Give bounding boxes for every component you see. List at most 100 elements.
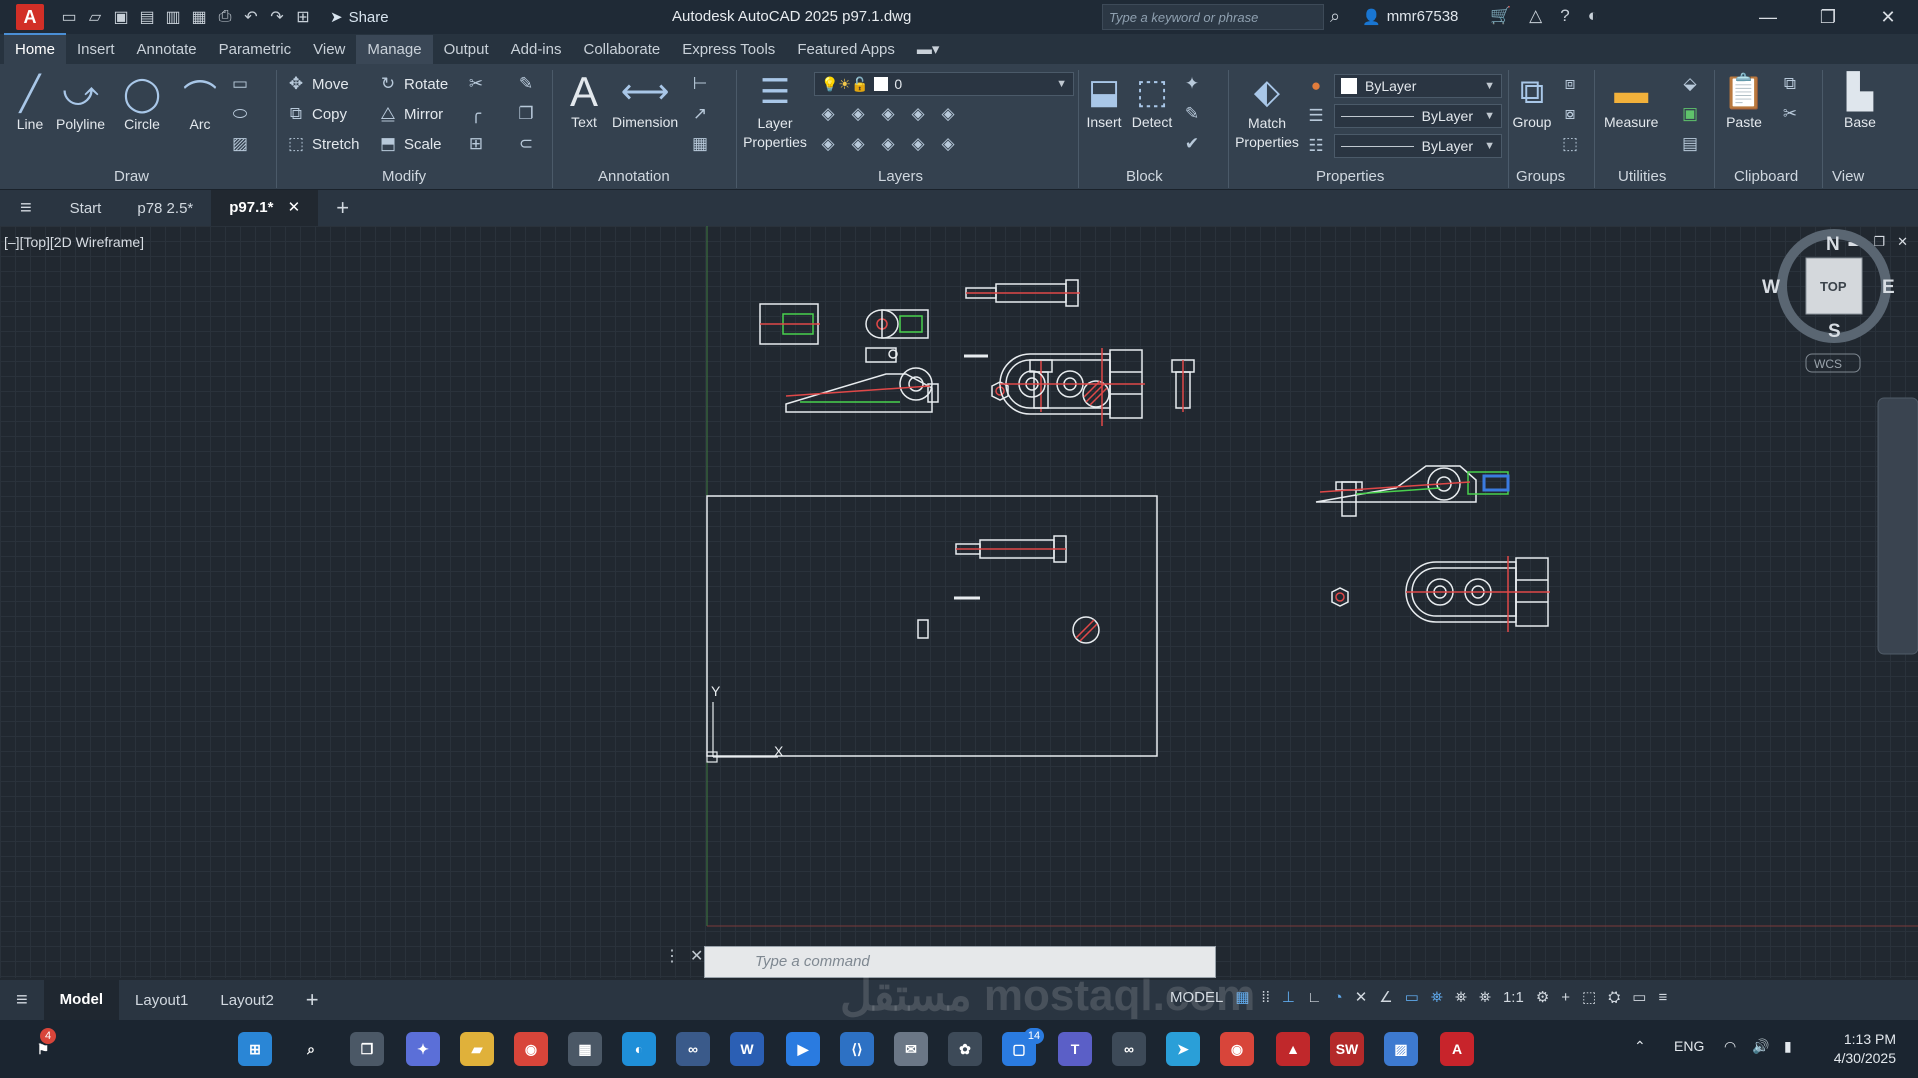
connect-icon[interactable]: ◐	[1588, 6, 1598, 26]
user-menu[interactable]: 👤 mmr67538	[1362, 8, 1458, 26]
annotation-panel-title[interactable]: Annotation	[598, 168, 670, 185]
measure-button[interactable]: ▬ Measure	[1604, 70, 1658, 131]
tab-parametric[interactable]: Parametric	[208, 35, 303, 64]
mirror-button[interactable]: ⧋ Mirror	[378, 104, 443, 124]
tab-insert[interactable]: Insert	[66, 35, 126, 64]
close-icon[interactable]: ✕	[1858, 0, 1918, 34]
customize-menu-icon[interactable]: ≡	[1658, 989, 1667, 1006]
match-properties-button[interactable]: ⬖ Match Properties	[1232, 70, 1302, 152]
edit-block-button[interactable]: ✎	[1182, 104, 1202, 124]
clock[interactable]: 1:13 PM 4/30/2025	[1834, 1030, 1896, 1068]
drawing-canvas[interactable]: Y X N S E W TOP WCS	[0, 226, 1918, 978]
share-button[interactable]: ➤ Share	[330, 8, 389, 27]
rotate-button[interactable]: ↻ Rotate	[378, 74, 448, 94]
autocad-logo-icon[interactable]: A	[16, 4, 44, 30]
help-icon[interactable]: ?	[1560, 6, 1569, 26]
group-select-button[interactable]: ⬚	[1560, 134, 1580, 154]
layer-dropdown[interactable]: 💡☀🔓 0 ▼	[814, 72, 1074, 96]
quick-select-button[interactable]: ⬙	[1680, 74, 1700, 94]
polar-icon[interactable]: ◔	[1334, 989, 1343, 1006]
dimension-button[interactable]: ⟷ Dimension	[612, 70, 678, 130]
scale-button[interactable]: ⬒ Scale	[378, 134, 442, 154]
zoom-icon[interactable]: ▶	[786, 1032, 820, 1066]
layer-tool-icon[interactable]: ◈	[818, 134, 838, 154]
tab-file-p97[interactable]: p97.1* ✕	[211, 190, 319, 226]
search-icon[interactable]: ⌕	[1330, 6, 1340, 27]
osnap-icon[interactable]: ✕	[1355, 988, 1368, 1006]
windows-start-icon[interactable]: ⊞	[238, 1032, 272, 1066]
linear-dim-button[interactable]: ⊢	[690, 74, 710, 94]
acrobat-icon[interactable]: ▲	[1276, 1032, 1310, 1066]
vscode-icon[interactable]: ⟨⟩	[840, 1032, 874, 1066]
layer-tool-icon[interactable]: ◈	[908, 104, 928, 124]
copy-clip-button[interactable]: ⧉	[1780, 74, 1800, 94]
chrome-profile-icon[interactable]: ◉	[1220, 1032, 1254, 1066]
annotation-visibility-icon[interactable]: ⛯	[1431, 989, 1443, 1006]
color-dropdown[interactable]: ByLayer ▼	[1334, 74, 1502, 98]
insert-button[interactable]: ⬓ Insert	[1082, 70, 1126, 130]
scale-value[interactable]: 1:1	[1503, 989, 1524, 1006]
tab-add-ins[interactable]: Add-ins	[500, 35, 573, 64]
volume-icon[interactable]: 🔊	[1752, 1038, 1769, 1055]
edge-icon[interactable]: ◐	[622, 1032, 656, 1066]
new-tab-icon[interactable]: +	[318, 195, 367, 221]
chatgpt-icon[interactable]: ✿	[948, 1032, 982, 1066]
utilities-panel-title[interactable]: Utilities	[1618, 168, 1666, 185]
new-file-icon[interactable]: ▭	[58, 6, 80, 28]
stretch-button[interactable]: ⬚ Stretch	[286, 134, 360, 154]
close-cmd-icon[interactable]: ✕	[690, 946, 703, 966]
create-block-button[interactable]: ✦	[1182, 74, 1202, 94]
detect-button[interactable]: ⬚ Detect	[1130, 70, 1174, 130]
text-button[interactable]: A Text	[562, 68, 606, 130]
plot-icon[interactable]: ⎙	[214, 6, 236, 28]
chrome-icon[interactable]: ◉	[514, 1032, 548, 1066]
layer-tool-icon[interactable]: ◈	[938, 134, 958, 154]
block-panel-title[interactable]: Block	[1126, 168, 1163, 185]
settings-gear-icon[interactable]: ⚙	[1536, 988, 1549, 1006]
view-panel-title[interactable]: View	[1832, 168, 1864, 185]
cart-icon[interactable]: 🛒	[1490, 6, 1511, 26]
open-web-icon[interactable]: ▦	[188, 6, 210, 28]
layer-tool-icon[interactable]: ◈	[938, 104, 958, 124]
mail-icon[interactable]: ✉	[894, 1032, 928, 1066]
tab-file-p78[interactable]: p78 2.5*	[119, 200, 211, 217]
close-tab-icon[interactable]: ✕	[288, 199, 301, 216]
battery-icon[interactable]: ▮	[1784, 1038, 1792, 1055]
line-button[interactable]: ╱ Line	[8, 72, 52, 132]
modify-panel-title[interactable]: Modify	[382, 168, 426, 185]
drag-handle-icon[interactable]: ⋮	[664, 946, 680, 966]
array-button[interactable]: ⊞	[466, 134, 486, 154]
maximize-icon[interactable]: ❐	[1798, 0, 1858, 34]
clipboard-panel-title[interactable]: Clipboard	[1734, 168, 1798, 185]
layer-tool-icon[interactable]: ◈	[908, 134, 928, 154]
group-edit-button[interactable]: ⧇	[1560, 104, 1580, 124]
hatch-button[interactable]: ▨	[230, 134, 250, 154]
cut-button[interactable]: ✂	[1780, 104, 1800, 124]
draw-panel-title[interactable]: Draw	[114, 168, 149, 185]
base-button[interactable]: ▙ Base	[1838, 70, 1882, 130]
properties-panel-title[interactable]: Properties	[1316, 168, 1384, 185]
layers-panel-title[interactable]: Layers	[878, 168, 923, 185]
layer-tool-icon[interactable]: ◈	[848, 134, 868, 154]
ribbon-toggle-icon[interactable]: ▬▾	[906, 34, 951, 64]
tab-collaborate[interactable]: Collaborate	[572, 35, 671, 64]
save-icon[interactable]: ▣	[110, 6, 132, 28]
layer-tool-icon[interactable]: ◈	[818, 104, 838, 124]
tab-manage[interactable]: Manage	[356, 35, 433, 64]
plus-icon[interactable]: +	[1561, 989, 1570, 1006]
tab-annotate[interactable]: Annotate	[126, 35, 208, 64]
lineweight-dropdown[interactable]: ByLayer ▼	[1334, 134, 1502, 158]
layer-tool-icon[interactable]: ◈	[878, 104, 898, 124]
redo-icon[interactable]: ↷	[266, 6, 288, 28]
solidworks-icon[interactable]: SW	[1330, 1032, 1364, 1066]
offset-button[interactable]: ⊂	[516, 134, 536, 154]
infer-icon[interactable]: ⊥	[1282, 988, 1295, 1006]
autoscale-icon[interactable]: ⛯	[1455, 989, 1467, 1006]
infinity-app-icon[interactable]: ∞	[676, 1032, 710, 1066]
selection-cycle-icon[interactable]: ▭	[1405, 988, 1419, 1006]
tab-view[interactable]: View	[302, 35, 356, 64]
ortho-icon[interactable]: ∟	[1307, 989, 1322, 1006]
undo-icon[interactable]: ↶	[240, 6, 262, 28]
autodesk-icon[interactable]: △	[1529, 6, 1542, 26]
layer-tool-icon[interactable]: ◈	[848, 104, 868, 124]
